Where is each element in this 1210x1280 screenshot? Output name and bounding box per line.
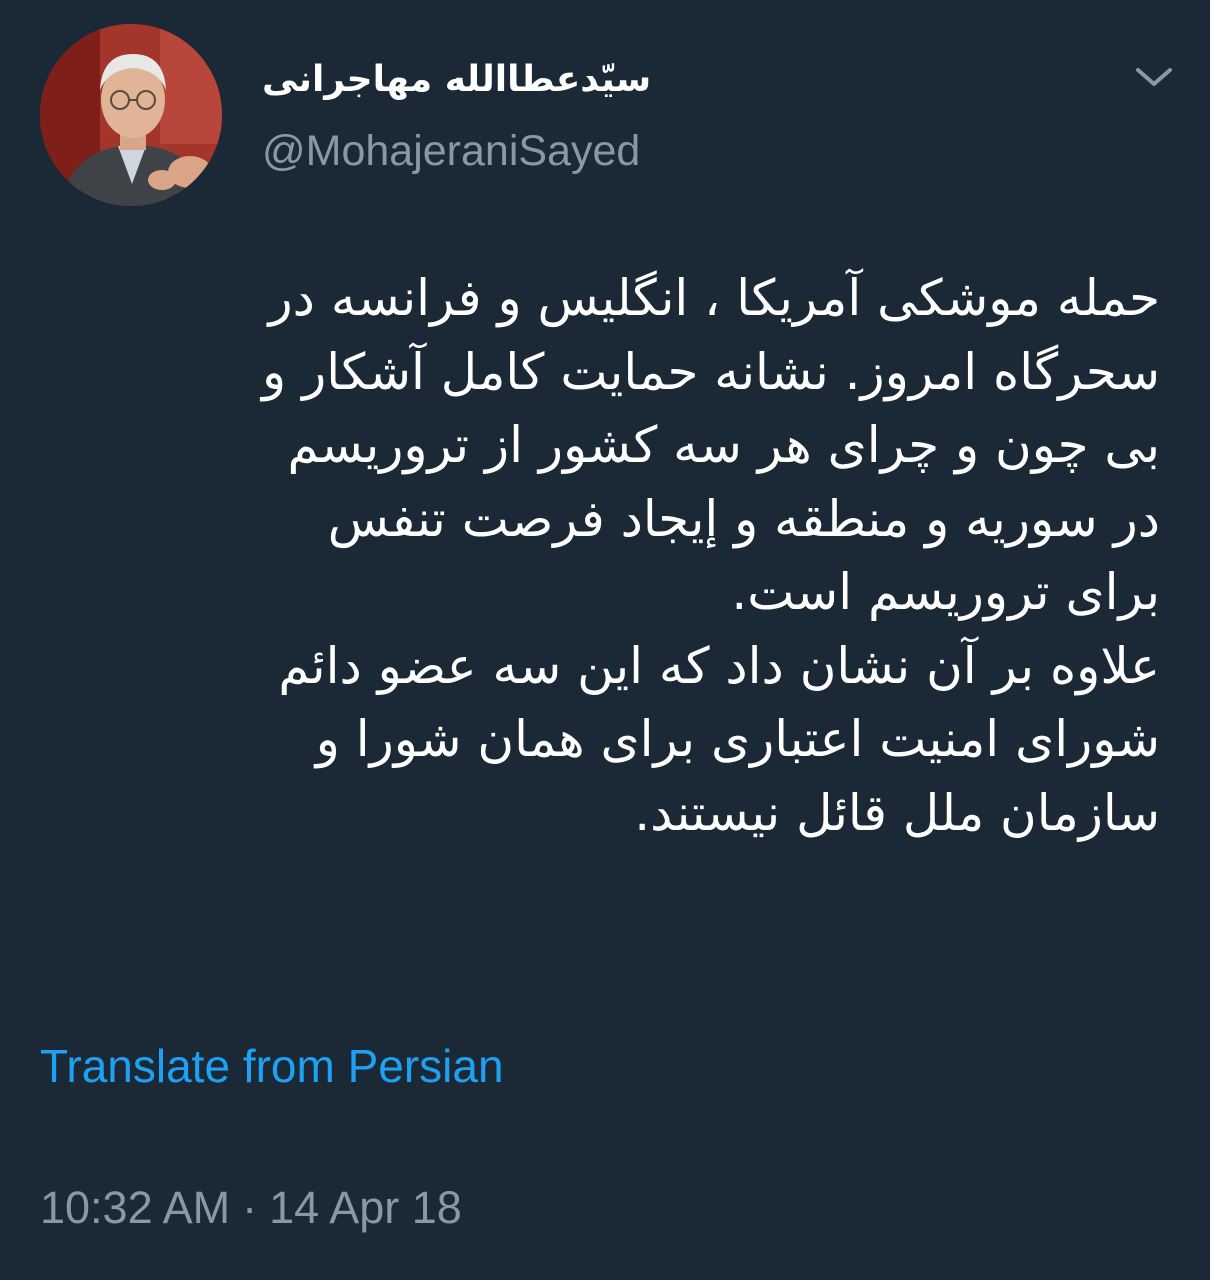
tweet-text: حمله موشکی آمریکا ، انگلیس و فرانسه در س…	[40, 262, 1160, 850]
author-handle[interactable]: @MohajeraniSayed	[262, 124, 640, 178]
profile-photo-icon	[40, 24, 222, 206]
tweet-line: علاوه بر آن نشان داد که این سه عضو دائم	[278, 636, 1160, 695]
tweet-line: سحرگاه امروز. نشانه حمایت کامل آشکار و	[262, 342, 1160, 401]
chevron-down-icon	[1136, 68, 1172, 86]
tweet-line: برای تروریسم است.	[731, 563, 1160, 621]
tweet-timestamp[interactable]: 10:32 AM · 14 Apr 18	[40, 1178, 462, 1238]
tweet-line: بی چون و چرای هر سه کشور از تروریسم	[287, 416, 1160, 474]
tweet-menu-button[interactable]	[1128, 58, 1180, 96]
tweet-time: 10:32 AM	[40, 1182, 231, 1233]
timestamp-separator: ·	[242, 1182, 258, 1233]
tweet-date: 14 Apr 18	[269, 1182, 462, 1233]
tweet-line: در سوریه و منطقه و إیجاد فرصت تنفس	[327, 489, 1160, 548]
author-avatar[interactable]	[40, 24, 222, 206]
translate-tweet-link[interactable]: Translate from Persian	[40, 1036, 504, 1096]
author-display-name[interactable]: سیّدعطاالله مهاجرانی	[262, 52, 662, 108]
tweet-line: سازمان ملل قائل نیستند.	[634, 783, 1160, 842]
tweet-detail-view: سیّدعطاالله مهاجرانی @MohajeraniSayed حم…	[0, 0, 1210, 1280]
tweet-line: شورای امنیت اعتباری برای همان شورا و	[315, 710, 1160, 768]
tweet-line: حمله موشکی آمریکا ، انگلیس و فرانسه در	[268, 269, 1160, 327]
